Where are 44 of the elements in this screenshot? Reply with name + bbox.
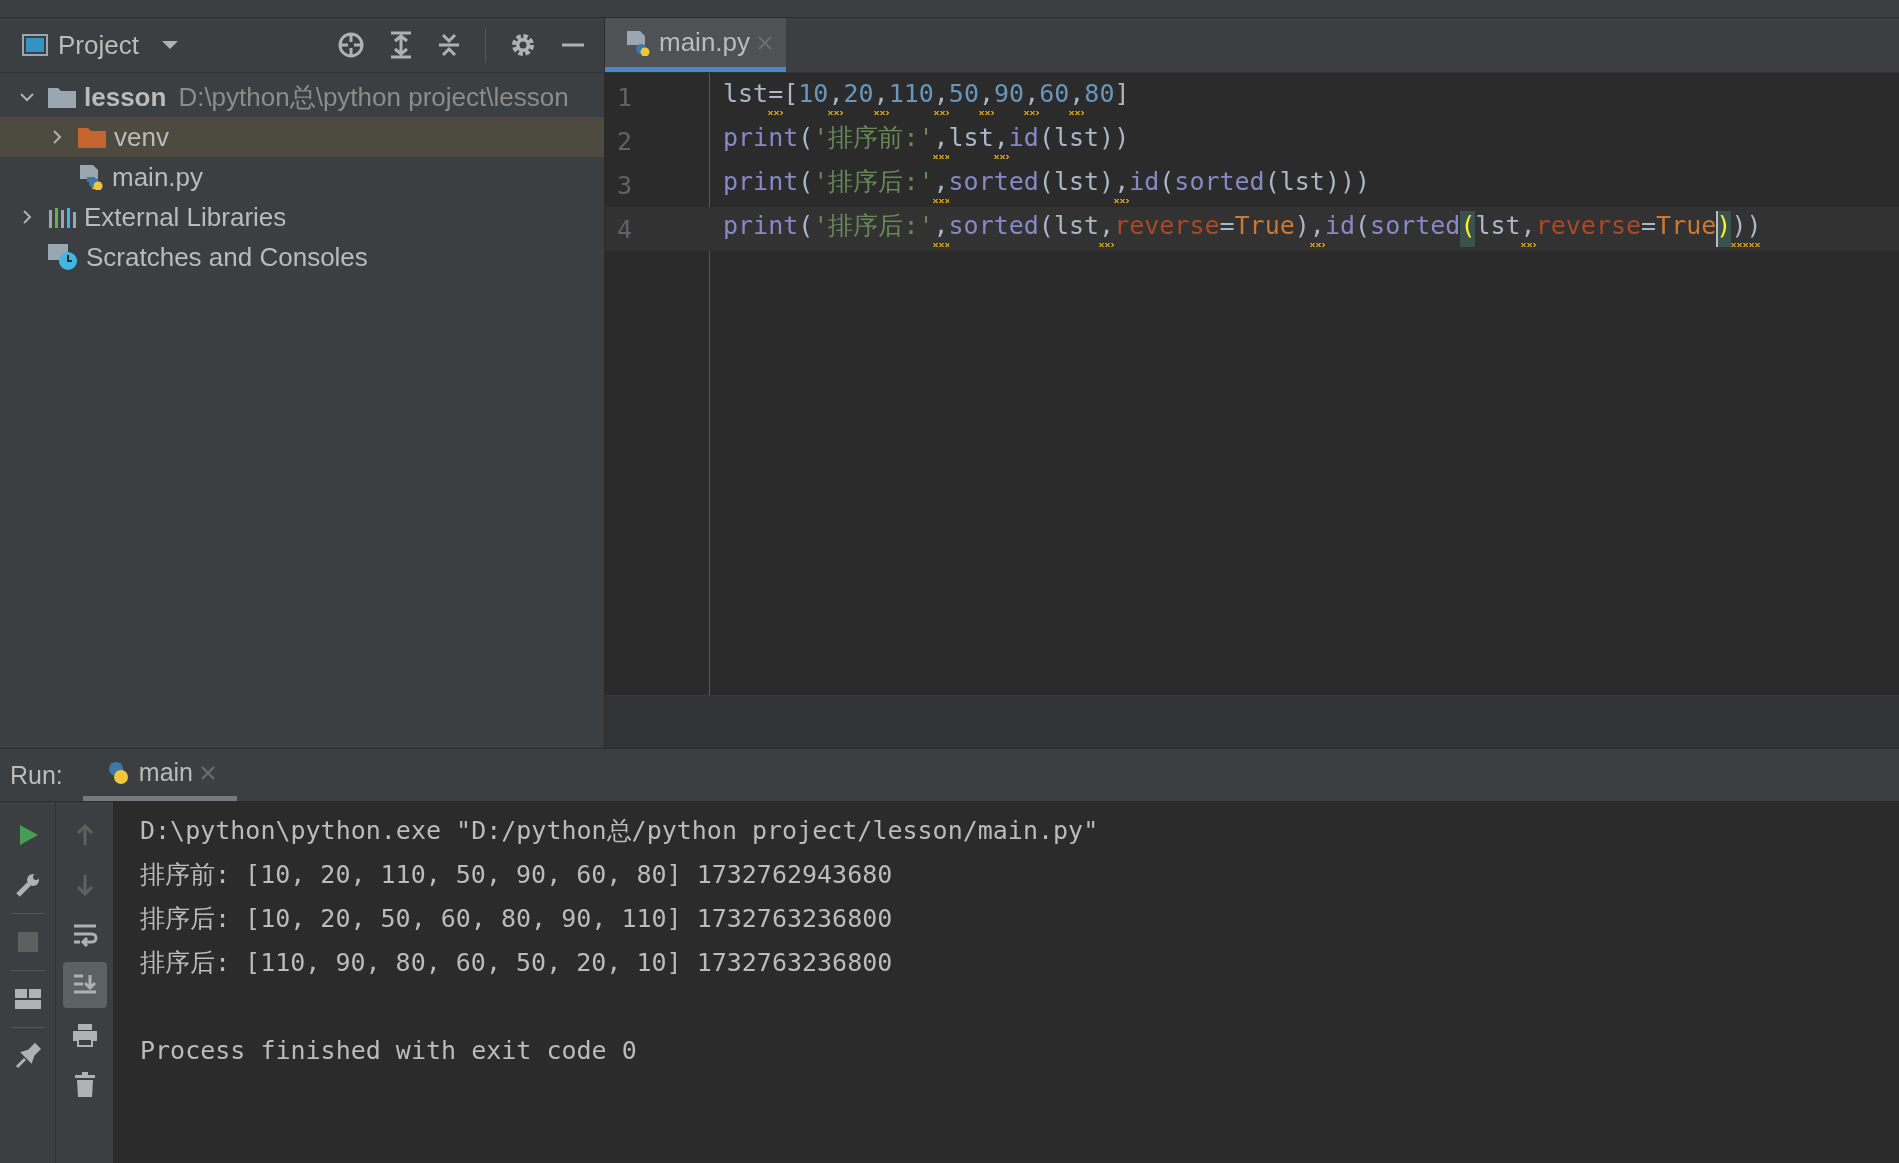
soft-wrap-icon <box>71 923 98 947</box>
code-line: print('排序前:',lst,id(lst)) <box>723 123 1130 159</box>
tree-item[interactable]: Scratches and Consoles <box>0 237 604 277</box>
locate-icon[interactable] <box>337 31 365 59</box>
expand-all-icon[interactable] <box>389 31 413 59</box>
folder-icon <box>78 126 106 148</box>
code-line: print('排序后:',sorted(lst),id(sorted(lst))) <box>723 167 1371 203</box>
run-label: Run: <box>9 759 64 791</box>
output-line: 排序前: [10, 20, 110, 50, 90, 60, 80] 1732762943680 <box>140 858 894 891</box>
tree-item[interactable]: main.py <box>0 157 604 197</box>
trash-icon <box>73 1072 96 1098</box>
collapse-all-icon[interactable] <box>437 31 461 59</box>
scroll-to-end-button[interactable] <box>62 962 107 1008</box>
printer-icon <box>71 1023 98 1047</box>
down-arrow-icon <box>74 873 95 897</box>
code-line: print('排序后:',sorted(lst,reverse=True),id(sorted(lst,reverse=True))) <box>723 211 1762 247</box>
python-file-icon <box>78 164 104 190</box>
window-icon <box>22 34 48 56</box>
library-icon <box>48 206 76 228</box>
path-text: D:\python总\python project\lesson <box>178 80 569 114</box>
command-line: D:\python\python.exe "D:/python总/python project/lesson/main.py" <box>140 814 1100 847</box>
scroll-to-end-icon <box>71 973 98 997</box>
line-number: 1 <box>616 82 634 112</box>
settings-icon[interactable] <box>510 32 536 58</box>
layout-icon <box>14 988 41 1010</box>
output-line: 排序后: [110, 90, 80, 60, 50, 20, 10] 1732763236800 <box>140 946 894 979</box>
exit-message: Process finished with exit code 0 <box>140 1034 638 1067</box>
scratch-clock-icon <box>48 243 78 271</box>
stop-icon <box>16 931 39 953</box>
tree-item[interactable]: lesson D:\python总\python project\lesson <box>0 77 604 117</box>
up-arrow-icon <box>74 823 95 847</box>
file-tab[interactable]: main.py <box>605 18 787 72</box>
folder-icon <box>48 86 76 108</box>
project-view-dropdown[interactable]: Project <box>22 29 179 61</box>
tree-item[interactable]: venv <box>0 117 604 157</box>
wrench-icon <box>14 872 41 898</box>
pin-icon <box>14 1043 41 1069</box>
output-line: 排序后: [10, 20, 50, 60, 80, 90, 110] 1732763236800 <box>140 902 894 935</box>
caret-icon <box>160 40 179 50</box>
line-number: 2 <box>616 126 634 156</box>
tree-item[interactable]: External Libraries <box>0 197 604 237</box>
line-number: 3 <box>616 170 634 200</box>
python-file-icon <box>625 29 651 56</box>
code-line: lst=[10,20,110,50,90,60,80] <box>723 79 1130 115</box>
